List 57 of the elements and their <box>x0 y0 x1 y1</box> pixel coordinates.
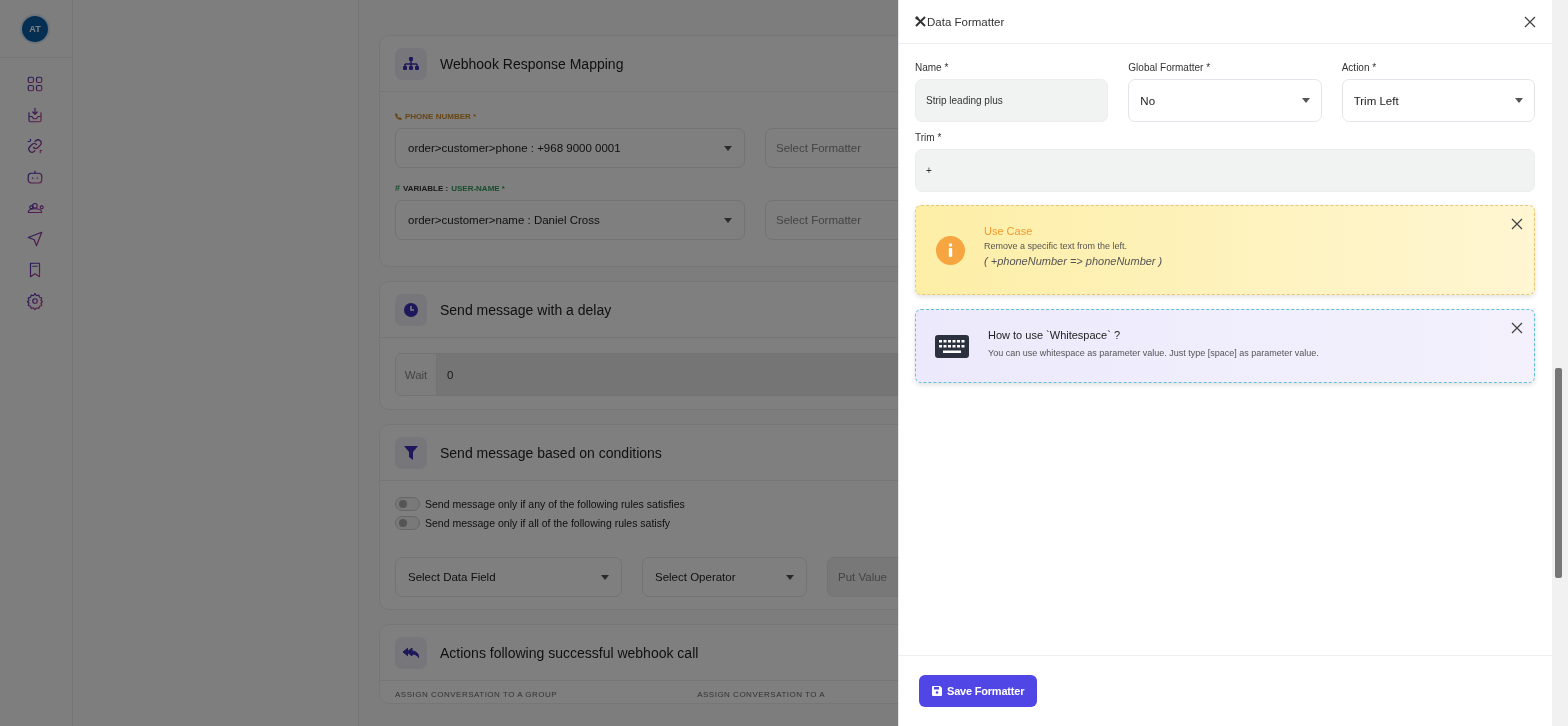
send-icon[interactable] <box>26 230 44 248</box>
toggle-switch[interactable] <box>395 497 420 511</box>
keyboard-icon <box>935 334 969 358</box>
field-label: Action * <box>1341 62 1378 74</box>
inbox-icon[interactable] <box>26 106 44 124</box>
section-title: Webhook Response Mapping <box>440 55 624 72</box>
column-label: ASSIGN CONVERSATION TO A <box>697 690 826 699</box>
data-field-select[interactable]: Select Data Field <box>395 557 622 597</box>
alert-title: Use Case <box>984 225 1034 237</box>
column-label: ASSIGN CONVERSATION TO A GROUP <box>395 690 558 699</box>
sitemap-icon <box>403 56 419 71</box>
link-icon[interactable] <box>26 137 44 155</box>
text-field[interactable]: Strip leading plus <box>915 79 1109 122</box>
caret-icon <box>786 574 794 580</box>
caret-icon <box>1301 98 1310 103</box>
section-title: Send message based on conditions <box>440 444 662 461</box>
close-icon[interactable] <box>1511 218 1524 230</box>
caret-icon <box>1515 98 1524 103</box>
alert-example: ( +phoneNumber => phoneNumber ) <box>984 255 1163 267</box>
reply-all-icon <box>403 646 419 659</box>
close-icon[interactable] <box>1524 15 1537 28</box>
tools-icon <box>915 16 926 27</box>
field-label: Global Formatter * <box>1128 62 1212 74</box>
phone-icon <box>395 112 402 120</box>
text-field[interactable]: + <box>915 149 1536 192</box>
caret-icon <box>601 574 609 580</box>
caret-icon <box>724 145 732 151</box>
section-title: Send message with a delay <box>440 301 612 318</box>
info-icon <box>935 235 965 265</box>
save-formatter-button[interactable]: Save Formatter <box>919 675 1038 707</box>
field-select[interactable]: order>customer>phone : +968 9000 0001 <box>395 128 745 168</box>
user-avatar[interactable]: AT <box>22 15 48 42</box>
toggle-label: Send message only if any of the following rules satisfies <box>425 498 685 510</box>
field-label: Name * <box>915 62 950 74</box>
select-field[interactable]: No <box>1128 79 1322 122</box>
scrollbar[interactable] <box>1552 0 1568 726</box>
clock-icon <box>404 302 418 317</box>
drawer-title: Data Formatter <box>927 15 1005 28</box>
field-label: PHONE NUMBER * <box>405 111 477 121</box>
field-select[interactable]: order>customer>name : Daniel Cross <box>395 200 745 240</box>
toggle-switch[interactable] <box>395 516 420 530</box>
settings-icon[interactable] <box>26 292 44 310</box>
variable-label: VARIABLE : <box>403 183 449 193</box>
hash-icon: # <box>395 183 400 193</box>
select-field[interactable]: Trim Left <box>1341 79 1536 122</box>
section-title: Actions following successful webhook call <box>440 644 699 661</box>
field-label: Trim * <box>915 132 943 144</box>
robot-icon[interactable] <box>26 168 44 186</box>
filter-icon <box>404 445 418 460</box>
close-icon[interactable] <box>1511 322 1524 334</box>
alert-title: How to use `Whitespace` ? <box>988 329 1122 341</box>
alert-text: Remove a specific text from the left. <box>984 241 1129 251</box>
toggle-label: Send message only if all of the following rules satisfy <box>425 517 671 529</box>
field-label: USER-NAME * <box>451 183 505 193</box>
operator-select[interactable]: Select Operator <box>642 557 807 597</box>
grid-icon[interactable] <box>26 75 44 93</box>
caret-icon <box>724 217 732 223</box>
